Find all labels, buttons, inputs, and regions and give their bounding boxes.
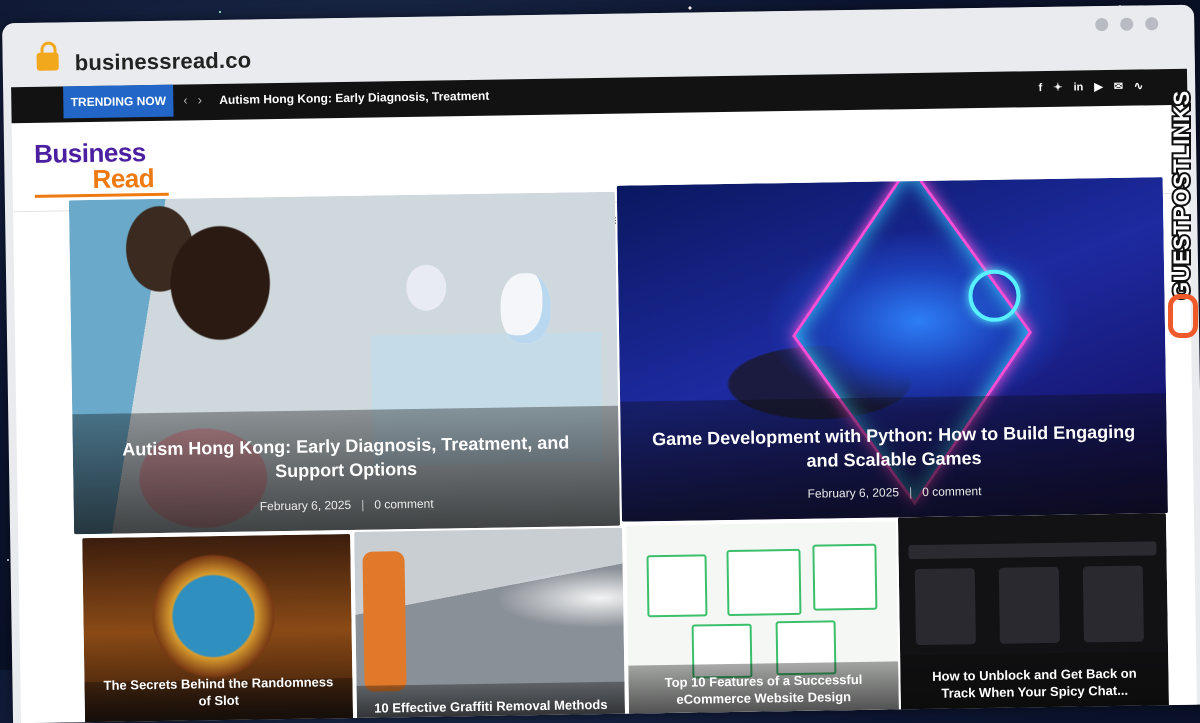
- link-chain-icon: [1168, 294, 1198, 338]
- post-card-graffiti[interactable]: 10 Effective Graffiti Removal Methods: [354, 527, 626, 722]
- post-card-spicy-chat[interactable]: How to Unblock and Get Back on Track Whe…: [897, 513, 1169, 714]
- watermark-text: GUESTPOSTLINKS: [1167, 88, 1196, 301]
- window-controls: [1095, 17, 1159, 32]
- image-water-spray: [494, 567, 626, 630]
- image-diagram-box: [726, 548, 802, 617]
- trending-now-label: TRENDING NOW: [63, 84, 174, 119]
- ticker-arrows: ‹ ›: [183, 84, 202, 116]
- social-links: f ✦ in ▶ ✉ ∿: [1038, 69, 1144, 105]
- twitter-icon[interactable]: ✦: [1053, 71, 1063, 105]
- window-dot-icon[interactable]: [1145, 17, 1159, 31]
- post-card-slot[interactable]: The Secrets Behind the Randomness of Slo…: [82, 533, 354, 723]
- chevron-left-icon[interactable]: ‹: [183, 84, 188, 116]
- post-date: February 6, 2025: [807, 485, 900, 501]
- featured-title[interactable]: Game Development with Python: How to Bui…: [635, 421, 1154, 476]
- mail-icon[interactable]: ✉: [1114, 70, 1124, 104]
- image-worker: [362, 551, 407, 692]
- rss-icon[interactable]: ∿: [1134, 69, 1144, 103]
- post-title[interactable]: How to Unblock and Get Back on Track Whe…: [914, 666, 1155, 704]
- comment-count[interactable]: 0 comment: [922, 484, 982, 499]
- post-title[interactable]: 10 Effective Graffiti Removal Methods: [371, 697, 611, 718]
- featured-card-autism[interactable]: Autism Hong Kong: Early Diagnosis, Treat…: [68, 191, 621, 535]
- image-character-tile: [998, 566, 1060, 644]
- lock-icon: [36, 52, 59, 71]
- url-text[interactable]: businessread.co: [75, 47, 252, 76]
- guestpostlinks-watermark: GUESTPOSTLINKS: [1164, 46, 1200, 346]
- post-title[interactable]: Top 10 Features of a Successful eCommerc…: [642, 672, 885, 710]
- image-character-tile: [914, 568, 976, 646]
- site-logo[interactable]: Business Read: [34, 137, 185, 203]
- image-robot: [500, 272, 552, 344]
- comment-count[interactable]: 0 comment: [374, 497, 434, 512]
- post-title[interactable]: The Secrets Behind the Randomness of Slo…: [98, 674, 339, 712]
- ticker-headline[interactable]: Autism Hong Kong: Early Diagnosis, Treat…: [219, 80, 490, 116]
- facebook-icon[interactable]: f: [1038, 71, 1043, 105]
- linkedin-icon[interactable]: in: [1073, 70, 1083, 104]
- browser-window: businessread.co TRENDING NOW ‹ › Autism …: [2, 4, 1200, 723]
- logo-line-2: Read: [92, 162, 155, 194]
- chevron-right-icon[interactable]: ›: [197, 84, 203, 116]
- logo-underline: [34, 192, 169, 198]
- featured-card-python[interactable]: Game Development with Python: How to Bui…: [616, 177, 1168, 522]
- youtube-icon[interactable]: ▶: [1094, 70, 1103, 104]
- window-dot-icon[interactable]: [1095, 17, 1109, 32]
- window-dot-icon[interactable]: [1120, 17, 1134, 31]
- webpage: TRENDING NOW ‹ › Autism Hong Kong: Early…: [11, 68, 1197, 723]
- image-diagram-box: [646, 554, 708, 618]
- featured-title[interactable]: Autism Hong Kong: Early Diagnosis, Treat…: [87, 431, 606, 486]
- image-diagram-box: [812, 543, 878, 611]
- post-date: February 6, 2025: [259, 497, 352, 514]
- post-card-ecommerce[interactable]: Top 10 Features of a Successful eCommerc…: [626, 521, 900, 718]
- image-character-tile: [1082, 565, 1144, 643]
